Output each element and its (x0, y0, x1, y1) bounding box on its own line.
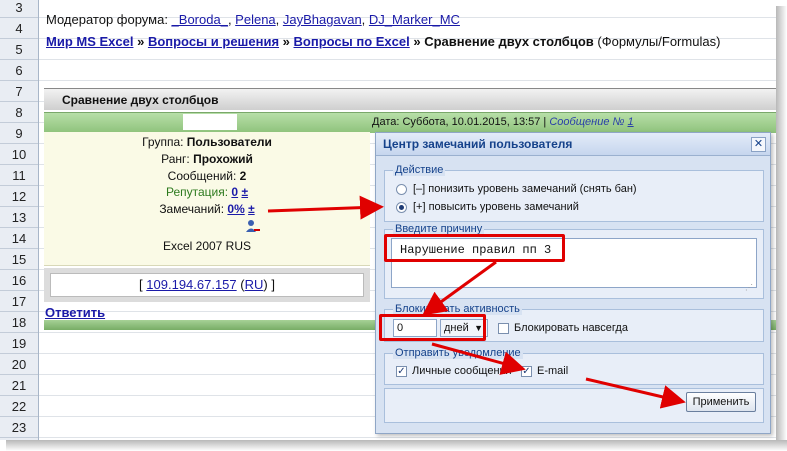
arrow-to-block (422, 260, 497, 316)
annotation-arrows (267, 195, 686, 409)
arrow-to-apply (585, 377, 686, 409)
arrow-to-increase (267, 195, 384, 220)
arrow-to-email (431, 342, 526, 375)
